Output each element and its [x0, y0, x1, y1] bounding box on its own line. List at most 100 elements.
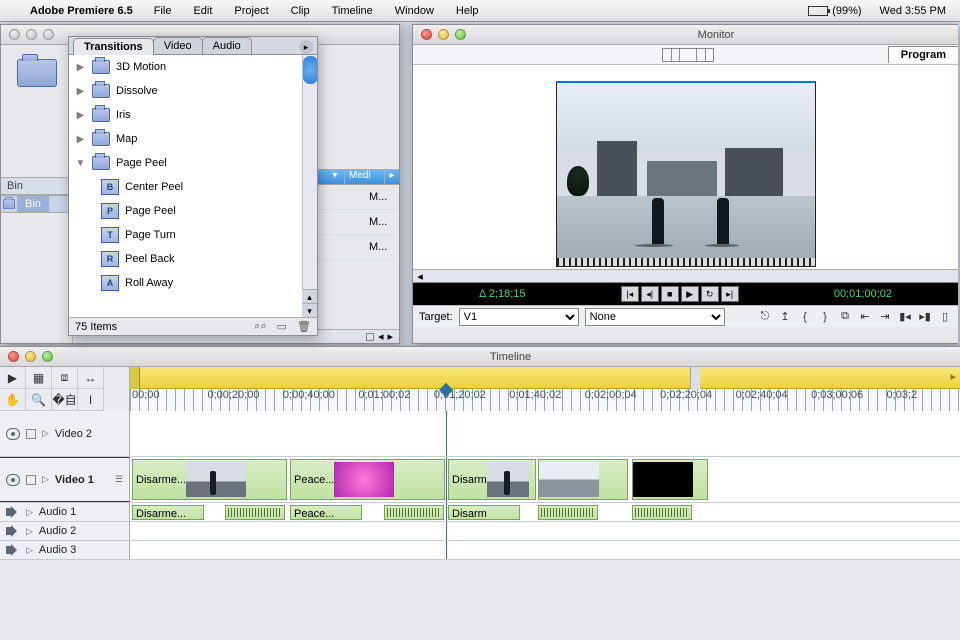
- hand-tool-icon[interactable]: ✋: [0, 389, 26, 411]
- disclosure-icon[interactable]: ▶: [75, 134, 86, 145]
- timeline-menu-icon[interactable]: ▸: [950, 370, 956, 383]
- transition-item[interactable]: RPeel Back: [69, 247, 317, 271]
- track-menu-icon[interactable]: ☰: [115, 474, 123, 485]
- close-icon[interactable]: [9, 29, 20, 40]
- inout-tool-icon[interactable]: I: [78, 389, 104, 411]
- menu-project[interactable]: Project: [225, 5, 277, 17]
- selection-tool-icon[interactable]: ▶: [0, 367, 26, 389]
- track-tool-icon[interactable]: ⧈: [52, 367, 78, 389]
- disclosure-icon[interactable]: ▶: [75, 86, 86, 97]
- minimize-icon[interactable]: [26, 29, 37, 40]
- project-col-more-icon[interactable]: ▸: [385, 169, 399, 184]
- transition-folder[interactable]: ▼Page Peel: [69, 151, 317, 175]
- transition-folder[interactable]: ▶3D Motion: [69, 55, 317, 79]
- eye-icon[interactable]: [6, 428, 20, 440]
- disclosure-icon[interactable]: ▷: [26, 526, 33, 537]
- audio-clip[interactable]: [632, 505, 692, 520]
- project-scroll-left-icon[interactable]: ◂: [378, 330, 384, 343]
- extract-icon[interactable]: ↥: [778, 310, 792, 324]
- prev-edit-icon[interactable]: ▮◂: [898, 310, 912, 324]
- goto-end-icon[interactable]: ▸|: [721, 286, 739, 302]
- new-folder-icon[interactable]: ▭: [277, 320, 287, 333]
- monitor-titlebar[interactable]: Monitor: [413, 25, 958, 45]
- app-name[interactable]: Adobe Premiere 6.5: [22, 5, 141, 17]
- transition-folder[interactable]: ▶Dissolve: [69, 79, 317, 103]
- ripple-tool-icon[interactable]: ↔: [78, 367, 104, 389]
- disclosure-icon[interactable]: ▼: [75, 158, 86, 169]
- transition-item[interactable]: ARoll Away: [69, 271, 317, 295]
- work-area-end[interactable]: [690, 367, 700, 389]
- minimize-icon[interactable]: [25, 351, 36, 362]
- menu-window[interactable]: Window: [386, 5, 443, 17]
- audio-clip[interactable]: Peace...: [290, 505, 362, 520]
- monitor-scrollbar[interactable]: ◂: [413, 269, 958, 282]
- disclosure-icon[interactable]: ▶: [75, 110, 86, 121]
- bin-folder-icon[interactable]: [17, 59, 57, 87]
- timeline-titlebar[interactable]: Timeline: [0, 347, 960, 367]
- video-clip[interactable]: Disarme...: [132, 459, 287, 500]
- project-scroll-right-icon[interactable]: ▸: [387, 330, 393, 343]
- disclosure-icon[interactable]: ▷: [26, 545, 33, 556]
- video-clip[interactable]: [632, 459, 708, 500]
- transition-item[interactable]: PPage Peel: [69, 199, 317, 223]
- add-marker-icon[interactable]: ▯: [938, 310, 952, 324]
- track-header-video2[interactable]: ▷ Video 2: [0, 411, 130, 456]
- track-header-audio1[interactable]: ▷ Audio 1: [0, 503, 130, 521]
- palette-menu-icon[interactable]: ▸: [299, 40, 313, 54]
- disclosure-icon[interactable]: ▷: [42, 474, 49, 485]
- monitor-viewport[interactable]: ◂: [413, 65, 958, 283]
- audio-clip[interactable]: [538, 505, 598, 520]
- stop-icon[interactable]: ■: [661, 286, 679, 302]
- zoom-icon[interactable]: [455, 29, 466, 40]
- lock-icon[interactable]: [26, 429, 36, 439]
- eye-icon[interactable]: [6, 474, 20, 486]
- mark-out-icon[interactable]: }: [818, 310, 832, 324]
- close-icon[interactable]: [421, 29, 432, 40]
- goto-start-icon[interactable]: |◂: [621, 286, 639, 302]
- target-select[interactable]: V1: [459, 308, 579, 326]
- trash-icon[interactable]: 🗑: [297, 320, 311, 333]
- track-header-audio2[interactable]: ▷ Audio 2: [0, 522, 130, 540]
- menu-edit[interactable]: Edit: [184, 5, 221, 17]
- zoom-icon[interactable]: [42, 351, 53, 362]
- scroll-up-icon[interactable]: ▴: [302, 289, 317, 303]
- project-col-media[interactable]: Medi: [345, 169, 385, 184]
- project-footer-btn[interactable]: [366, 333, 374, 341]
- next-edit-icon[interactable]: ▸▮: [918, 310, 932, 324]
- audio-clip[interactable]: Disarme...: [132, 505, 204, 520]
- menu-timeline[interactable]: Timeline: [323, 5, 382, 17]
- disclosure-icon[interactable]: ▶: [75, 62, 86, 73]
- tab-transitions[interactable]: Transitions: [73, 38, 154, 55]
- video-clip[interactable]: Peace...: [290, 459, 445, 500]
- layout-dual-icon[interactable]: [662, 48, 680, 62]
- insert-icon[interactable]: ⇤: [858, 310, 872, 324]
- find-icon[interactable]: ⌕⌕: [254, 320, 266, 333]
- track-header-audio3[interactable]: ▷ Audio 3: [0, 541, 130, 559]
- close-icon[interactable]: [8, 351, 19, 362]
- battery-status[interactable]: (99%): [802, 5, 867, 17]
- zoom-tool-icon[interactable]: 🔍: [26, 389, 52, 411]
- transition-item[interactable]: BCenter Peel: [69, 175, 317, 199]
- track-header-video1[interactable]: ▷ Video 1 ☰: [0, 457, 130, 502]
- layout-single-icon[interactable]: [679, 48, 697, 62]
- overlay-icon[interactable]: ⇥: [878, 310, 892, 324]
- mark-in-icon[interactable]: {: [798, 310, 812, 324]
- menu-clip[interactable]: Clip: [282, 5, 319, 17]
- transition-folder[interactable]: ▶Map: [69, 127, 317, 151]
- lock-icon[interactable]: [26, 475, 36, 485]
- menu-file[interactable]: File: [145, 5, 181, 17]
- bin-tab[interactable]: Bin: [17, 196, 49, 212]
- lift-icon[interactable]: ⎋: [758, 310, 772, 324]
- tab-program[interactable]: Program: [888, 46, 958, 63]
- video-clip[interactable]: Disarm: [448, 459, 536, 500]
- menu-help[interactable]: Help: [447, 5, 488, 17]
- scroll-down-icon[interactable]: ▾: [302, 303, 317, 317]
- minimize-icon[interactable]: [438, 29, 449, 40]
- step-back-icon[interactable]: ◂|: [641, 286, 659, 302]
- layout-trim-icon[interactable]: [696, 48, 714, 62]
- marquee-tool-icon[interactable]: ▦: [26, 367, 52, 389]
- video-clip[interactable]: [538, 459, 628, 500]
- disclosure-icon[interactable]: ▷: [26, 507, 33, 518]
- secondary-select[interactable]: None: [585, 308, 725, 326]
- disclosure-icon[interactable]: ▷: [42, 428, 49, 439]
